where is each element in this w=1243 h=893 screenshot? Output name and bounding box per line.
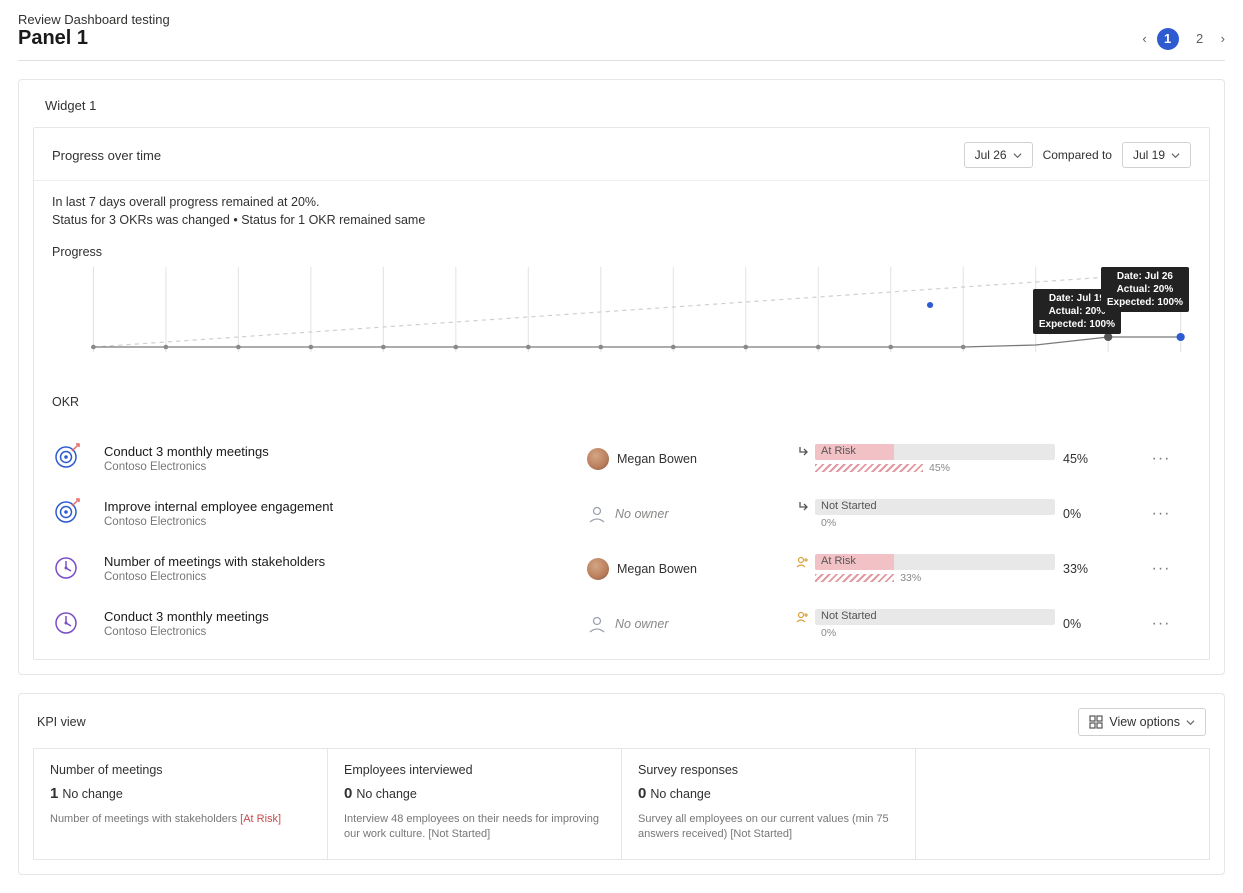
widget-title: Widget 1: [19, 98, 1224, 127]
status-badge: At Risk: [821, 555, 856, 567]
more-menu[interactable]: ···: [1131, 615, 1191, 633]
kpi-card-value: 1No change: [50, 785, 311, 802]
status-badge: At Risk: [821, 445, 856, 457]
progress-bar: Not Started: [815, 609, 1055, 625]
page-2[interactable]: 2: [1189, 28, 1211, 50]
more-menu[interactable]: ···: [1131, 450, 1191, 468]
grid-icon: [1089, 715, 1103, 729]
more-menu[interactable]: ···: [1131, 560, 1191, 578]
chevron-down-icon: [1186, 718, 1195, 727]
progress-label: Progress: [52, 245, 1191, 259]
more-menu[interactable]: ···: [1131, 505, 1191, 523]
view-options-label: View options: [1109, 715, 1180, 729]
page-1[interactable]: 1: [1157, 28, 1179, 50]
kpi-card[interactable]: Survey responses 0No change Survey all emp…: [622, 749, 916, 859]
okr-row[interactable]: Number of meetings with stakeholdersCont…: [34, 541, 1209, 596]
owner: Megan Bowen: [587, 558, 787, 580]
arrow-out-icon: [795, 500, 809, 514]
okr-row[interactable]: Conduct 3 monthly meetingsContoso Electr…: [34, 596, 1209, 651]
okr-title-block: Improve internal employee engagementCont…: [104, 499, 579, 528]
progress-percent: 33%: [1063, 562, 1123, 576]
okr-section-label: OKR: [52, 377, 1191, 413]
kpi-card-title: Employees interviewed: [344, 763, 605, 777]
okr-type-icon: [52, 608, 96, 639]
progress-cell: At Risk33%: [795, 554, 1055, 584]
kpi-card-value: 0No change: [344, 785, 605, 802]
widget-card: Widget 1 Progress over time Jul 26 Compa…: [18, 79, 1225, 675]
kpi-card-desc: Number of meetings with stakeholders [At…: [50, 812, 311, 827]
kpi-card[interactable]: Employees interviewed 0No change Interview…: [328, 749, 622, 859]
progress-cell: Not Started0%: [795, 609, 1055, 639]
chevron-down-icon: [1171, 151, 1180, 160]
progress-percent: 0%: [1063, 507, 1123, 521]
person-icon: [587, 504, 607, 524]
chevron-down-icon: [1013, 151, 1022, 160]
okr-row[interactable]: Improve internal employee engagementCont…: [34, 486, 1209, 541]
section-progress-label: Progress over time: [52, 148, 161, 163]
progress-cell: Not Started0%: [795, 499, 1055, 529]
summary-line-2: Status for 3 OKRs was changed • Status f…: [52, 213, 1191, 227]
okr-row[interactable]: Conduct 3 monthly meetingsContoso Electr…: [34, 431, 1209, 486]
view-options-dropdown[interactable]: View options: [1078, 708, 1206, 736]
compare-date-value: Jul 19: [1133, 148, 1165, 162]
progress-cell: At Risk45%: [795, 444, 1055, 474]
progress-bar: At Risk: [815, 554, 1055, 570]
okr-type-icon: [52, 443, 96, 474]
okr-type-icon: [52, 553, 96, 584]
progress-bar: Not Started: [815, 499, 1055, 515]
progress-percent: 0%: [1063, 617, 1123, 631]
kpi-card-empty: [916, 749, 1210, 859]
kpi-card-value: 0No change: [638, 785, 899, 802]
person-add-icon: [795, 555, 809, 569]
pagination: ‹ 1 2 ›: [1142, 28, 1225, 50]
compare-date-dropdown[interactable]: Jul 19: [1122, 142, 1191, 168]
kpi-card-desc: Interview 48 employees on their needs fo…: [344, 812, 605, 843]
person-add-icon: [795, 610, 809, 624]
okr-type-icon: [52, 498, 96, 529]
okr-title-block: Conduct 3 monthly meetingsContoso Electr…: [104, 444, 579, 473]
owner: No owner: [587, 504, 787, 524]
date-value: Jul 26: [975, 148, 1007, 162]
status-badge: Not Started: [821, 500, 877, 512]
next-page-button[interactable]: ›: [1221, 31, 1225, 46]
kpi-card-title: Number of meetings: [50, 763, 311, 777]
summary-line-1: In last 7 days overall progress remained…: [52, 195, 1191, 209]
avatar: [587, 448, 609, 470]
kpi-card-desc: Survey all employees on our current valu…: [638, 812, 899, 843]
okr-title-block: Conduct 3 monthly meetingsContoso Electr…: [104, 609, 579, 638]
avatar: [587, 558, 609, 580]
owner: Megan Bowen: [587, 448, 787, 470]
kpi-card[interactable]: Number of meetings 1No change Number of me…: [34, 749, 328, 859]
arrow-out-icon: [795, 445, 809, 459]
prev-page-button[interactable]: ‹: [1142, 31, 1146, 46]
kpi-card-title: Survey responses: [638, 763, 899, 777]
progress-chart: Date: Jul 19 Actual: 20% Expected: 100% …: [52, 267, 1191, 377]
kpi-title: KPI view: [37, 715, 86, 729]
date-dropdown[interactable]: Jul 26: [964, 142, 1033, 168]
okr-title-block: Number of meetings with stakeholdersCont…: [104, 554, 579, 583]
compared-to-label: Compared to: [1043, 148, 1112, 162]
kpi-view-card: KPI view View options Number of meetings…: [18, 693, 1225, 875]
progress-percent: 45%: [1063, 452, 1123, 466]
progress-bar: At Risk: [815, 444, 1055, 460]
breadcrumb: Review Dashboard testing: [18, 12, 1225, 27]
chart-tooltip-jul26: Date: Jul 26 Actual: 20% Expected: 100%: [1101, 267, 1189, 312]
person-icon: [587, 614, 607, 634]
owner: No owner: [587, 614, 787, 634]
status-badge: Not Started: [821, 610, 877, 622]
page-title: Panel 1: [18, 27, 88, 50]
